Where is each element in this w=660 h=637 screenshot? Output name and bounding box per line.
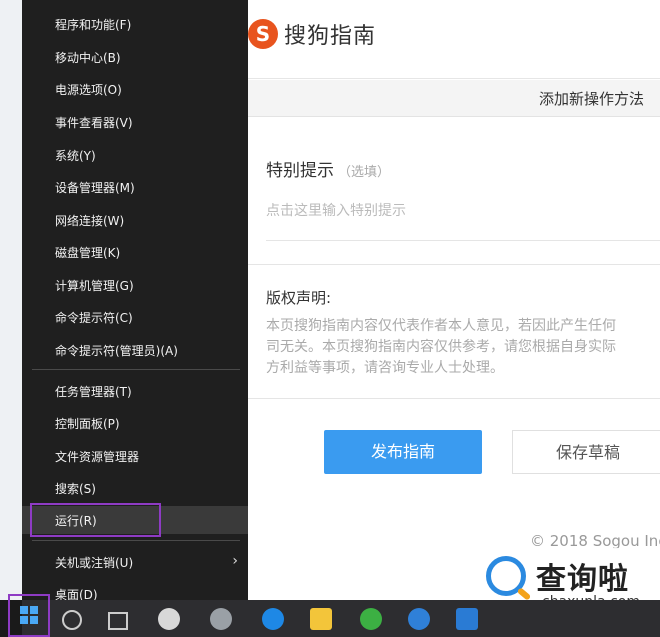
menu-item-control-panel[interactable]: 控制面板(P) [22,409,248,437]
run-highlight-box [30,503,161,537]
menu-item-command-prompt[interactable]: 命令提示符(C) [22,303,248,331]
menu-item-power-options[interactable]: 电源选项(O) [22,75,248,103]
desktop-strip [0,0,22,600]
menu-item-event-viewer[interactable]: 事件查看器(V) [22,108,248,136]
menu-item-disk-management[interactable]: 磁盘管理(K) [22,238,248,266]
menu-item-task-manager[interactable]: 任务管理器(T) [22,377,248,405]
magnifier-logo-icon [486,556,526,596]
action-band: 添加新操作方法 [248,80,660,117]
menu-item-programs-features[interactable]: 程序和功能(F) [22,10,248,38]
copyright-line: 方利益等事项，请咨询专业人士处理。 [266,360,504,376]
menu-separator [32,369,240,370]
sogou-logo[interactable]: S 搜狗指南 [248,18,376,50]
special-tip-input[interactable]: 点击这里输入特别提示 [266,200,660,241]
edge-icon[interactable] [262,608,284,630]
divider [248,264,660,265]
menu-item-shutdown-signout[interactable]: 关机或注销(U) › [22,548,248,576]
copyright-body: 本页搜狗指南内容仅代表作者本人意见，若因此产生任何 司无关。本页搜狗指南内容仅供… [266,316,660,379]
task-view-icon[interactable] [108,612,128,630]
control-panel-icon[interactable] [456,608,478,630]
save-draft-button[interactable]: 保存草稿 [512,430,660,474]
menu-item-command-prompt-admin[interactable]: 命令提示符(管理员)(A) [22,336,248,364]
menu-item-device-manager[interactable]: 设备管理器(M) [22,173,248,201]
cortana-icon[interactable] [62,610,82,630]
sogou-browser-icon[interactable] [408,608,430,630]
360-browser-icon[interactable] [360,608,382,630]
watermark-name: 查询啦 [536,562,629,597]
menu-item-mobility-center[interactable]: 移动中心(B) [22,43,248,71]
publish-guide-button[interactable]: 发布指南 [324,430,482,474]
file-explorer-icon[interactable] [310,608,332,630]
app-icon[interactable] [158,608,180,630]
copyright-line: 本页搜狗指南内容仅代表作者本人意见，若因此产生任何 [266,318,616,334]
sogou-logo-icon: S [248,19,278,49]
menu-separator [32,540,240,541]
chevron-right-icon: › [232,553,238,569]
menu-item-file-explorer[interactable]: 文件资源管理器 [22,442,248,470]
logo-text: 搜狗指南 [284,24,377,49]
start-button[interactable] [8,594,50,637]
windows-start-icon [20,606,38,624]
menu-item-system[interactable]: 系统(Y) [22,141,248,169]
app-icon[interactable] [210,608,232,630]
menu-item-computer-management[interactable]: 计算机管理(G) [22,271,248,299]
tip-title-text: 特别提示 [266,161,334,181]
menu-item-search[interactable]: 搜索(S) [22,474,248,502]
add-method-link[interactable]: 添加新操作方法 [539,88,644,109]
special-tip-title: 特别提示 （选填） [266,156,390,181]
copyright-title: 版权声明: [266,289,332,307]
copyright-line: 司无关。本页搜狗指南内容仅供参考，请您根据自身实际 [266,339,616,355]
tip-placeholder: 点击这里输入特别提示 [266,203,406,219]
divider [248,398,660,399]
menu-item-network-connections[interactable]: 网络连接(W) [22,206,248,234]
tip-optional-text: （选填） [338,165,391,180]
